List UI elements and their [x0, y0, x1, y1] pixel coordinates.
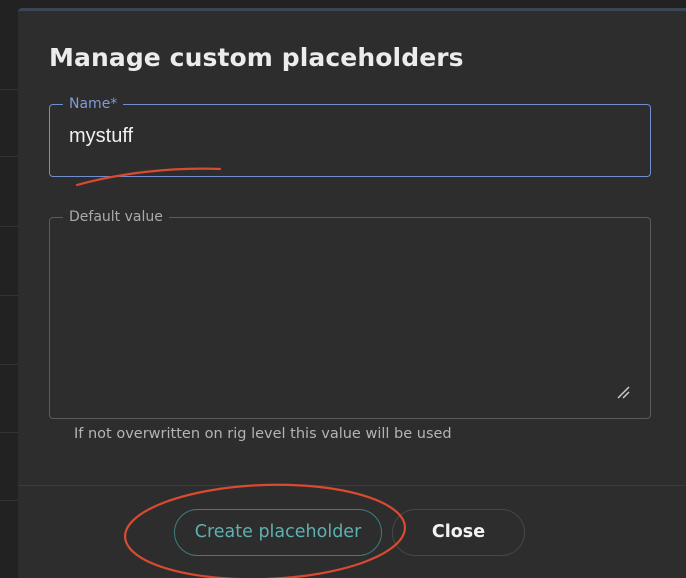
- close-button[interactable]: Close: [392, 509, 525, 556]
- create-placeholder-button[interactable]: Create placeholder: [174, 509, 382, 556]
- name-field-label: Name*: [63, 95, 124, 113]
- name-field[interactable]: Name*: [49, 95, 651, 177]
- helper-text: If not overwritten on rig level this val…: [74, 426, 452, 442]
- dialog-title: Manage custom placeholders: [49, 43, 464, 72]
- footer-divider: [18, 485, 686, 486]
- default-value-label: Default value: [63, 208, 169, 226]
- name-input[interactable]: [69, 125, 609, 148]
- manage-placeholders-dialog: Manage custom placeholders Name* Default…: [18, 8, 686, 578]
- default-value-field[interactable]: Default value: [49, 208, 651, 419]
- resize-handle-icon[interactable]: [616, 385, 630, 399]
